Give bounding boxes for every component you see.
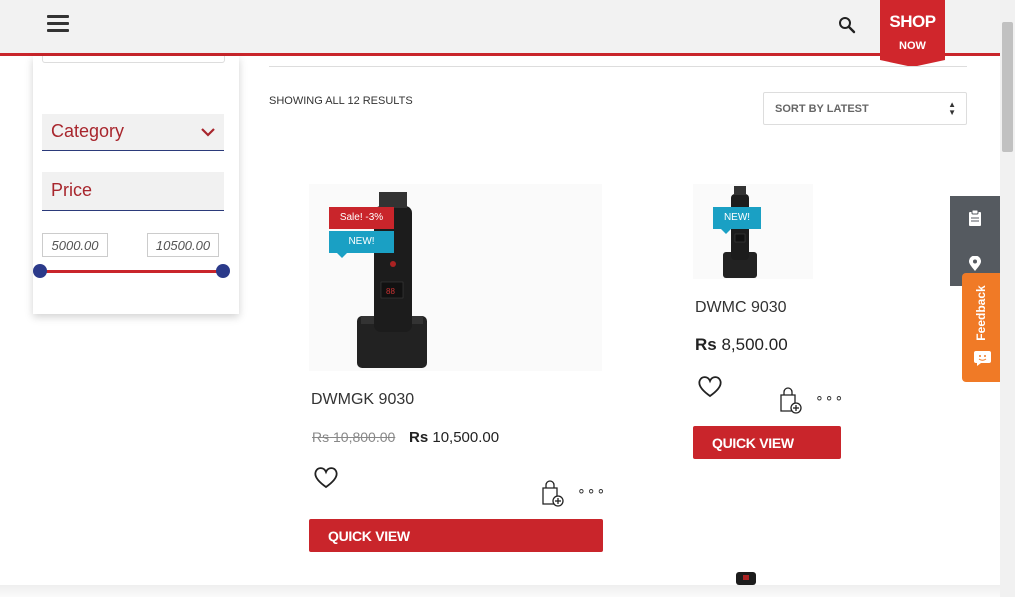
old-price: Rs 10,800.00 [312, 429, 395, 445]
price-max-input[interactable]: 10500.00 [147, 233, 219, 257]
price-slider-max-handle[interactable] [216, 264, 230, 278]
product-name[interactable]: DWMGK 9030 [311, 391, 414, 409]
sale-badge: Sale! -3% [329, 207, 394, 229]
now-label: NOW [899, 40, 926, 52]
price-filter-header: Price [42, 172, 224, 211]
chevron-down-icon [201, 128, 215, 137]
product-name[interactable]: DWMC 9030 [695, 299, 787, 317]
wishlist-heart-icon[interactable] [313, 466, 339, 490]
more-options-icon[interactable]: ∘∘∘ [815, 389, 844, 406]
category-label: Category [51, 121, 125, 141]
currency: Rs [409, 429, 429, 446]
sort-selected-value: SORT BY LATEST [775, 103, 869, 115]
search-icon[interactable] [838, 16, 856, 34]
location-pin-icon[interactable] [968, 256, 982, 272]
filter-select-top[interactable] [42, 56, 225, 63]
product-price: Rs 8,500.00 [695, 335, 788, 355]
product-image[interactable] [693, 184, 813, 279]
svg-text:88: 88 [386, 287, 395, 296]
price-slider-track[interactable] [40, 270, 223, 273]
clipboard-icon[interactable] [968, 210, 982, 226]
more-options-icon[interactable]: ∘∘∘ [577, 482, 606, 499]
wishlist-heart-icon[interactable] [697, 375, 723, 399]
filter-panel: Category Price 5000.00 10500.00 [33, 56, 239, 314]
shop-now-button[interactable]: SHOP NOW [880, 0, 945, 67]
price-slider-min-handle[interactable] [33, 264, 47, 278]
quick-view-button[interactable]: QUICK VIEW [309, 519, 603, 552]
old-price-value: 10,800.00 [333, 429, 396, 445]
results-divider [269, 66, 967, 67]
product-price: Rs 10,500.00 [409, 429, 499, 446]
currency: Rs [695, 335, 717, 354]
new-badge: NEW! [329, 231, 394, 258]
shop-label: SHOP [889, 12, 936, 31]
sort-select[interactable]: SORT BY LATEST ▲ ▼ [763, 92, 967, 125]
category-filter-toggle[interactable]: Category [42, 114, 224, 151]
quick-view-button[interactable]: QUICK VIEW [693, 426, 841, 459]
product-image-partial[interactable] [706, 572, 796, 585]
smiley-chat-icon [974, 351, 991, 366]
sort-arrows-icon: ▲ ▼ [948, 100, 956, 117]
site-header [0, 0, 1000, 56]
price-label: Price [51, 180, 93, 200]
price-value: 8,500.00 [721, 335, 788, 354]
page-scrollbar[interactable] [1000, 0, 1015, 597]
new-badge: NEW! [713, 207, 761, 234]
scrollbar-thumb[interactable] [1002, 22, 1013, 152]
feedback-label: Feedback [974, 285, 988, 341]
results-count: SHOWING ALL 12 RESULTS [269, 95, 413, 107]
price-value: 10,500.00 [432, 429, 500, 446]
add-to-cart-icon[interactable] [540, 480, 566, 508]
price-min-input[interactable]: 5000.00 [42, 233, 108, 257]
add-to-cart-icon[interactable] [778, 387, 804, 415]
hamburger-icon[interactable] [47, 15, 69, 33]
old-currency: Rs [312, 429, 330, 445]
feedback-tab[interactable]: Feedback [962, 273, 1000, 382]
page-footer-edge [0, 585, 1000, 597]
